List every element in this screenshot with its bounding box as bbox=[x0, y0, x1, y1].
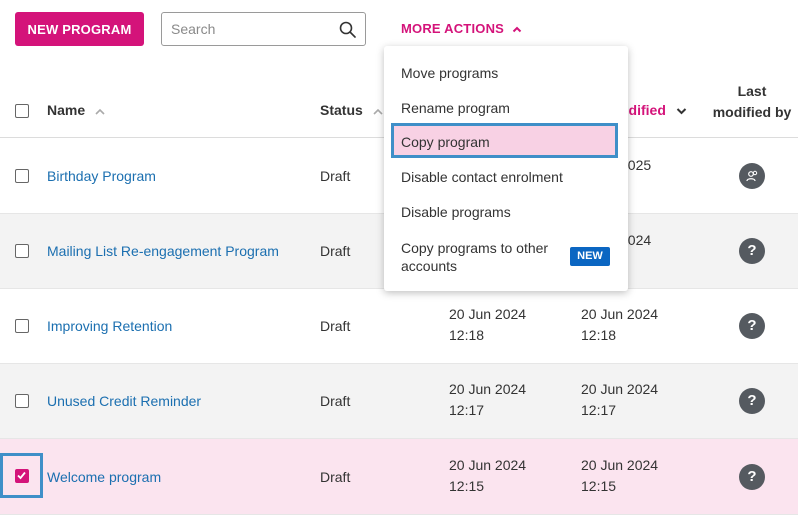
status-text: Draft bbox=[320, 469, 351, 485]
menu-item-disable-programs[interactable]: Disable programs bbox=[384, 204, 628, 220]
status-text: Draft bbox=[320, 318, 351, 334]
row-checkbox[interactable] bbox=[15, 244, 29, 258]
menu-item-copy-program[interactable]: Copy program bbox=[384, 134, 628, 150]
program-name-link[interactable]: Improving Retention bbox=[47, 318, 172, 334]
created-date: 20 Jun 2024 12:15 bbox=[449, 457, 527, 494]
table-row[interactable]: Welcome program Draft 20 Jun 2024 12:15 … bbox=[0, 439, 798, 515]
status-column-header[interactable]: Status bbox=[320, 102, 383, 118]
created-date: 20 Jun 2024 12:17 bbox=[449, 381, 527, 418]
more-actions-button[interactable]: MORE ACTIONS bbox=[401, 21, 522, 36]
status-text: Draft bbox=[320, 393, 351, 409]
modified-date: 20 Jun 2024 12:17 bbox=[581, 381, 659, 418]
program-name-link[interactable]: Mailing List Re-engagement Program bbox=[47, 243, 279, 259]
menu-item-move-programs[interactable]: Move programs bbox=[384, 65, 628, 81]
row-checkbox[interactable] bbox=[15, 169, 29, 183]
user-group-icon bbox=[739, 163, 765, 189]
program-name-link[interactable]: Welcome program bbox=[47, 469, 161, 485]
status-text: Draft bbox=[320, 168, 351, 184]
menu-item-rename-program[interactable]: Rename program bbox=[384, 100, 628, 116]
menu-item-copy-programs-to-other-accounts[interactable]: Copy programs to other accounts bbox=[384, 239, 574, 275]
table-row[interactable]: Unused Credit Reminder Draft 20 Jun 2024… bbox=[0, 364, 798, 439]
modified-date: 20 Jun 2024 12:18 bbox=[581, 306, 659, 343]
menu-item-disable-contact-enrolment[interactable]: Disable contact enrolment bbox=[384, 169, 628, 185]
selected-checkbox-highlight bbox=[0, 453, 43, 498]
select-all-checkbox[interactable] bbox=[15, 104, 29, 118]
row-checkbox[interactable] bbox=[15, 319, 29, 333]
sort-up-icon[interactable] bbox=[95, 108, 105, 115]
new-program-button[interactable]: NEW PROGRAM bbox=[15, 12, 144, 46]
modified-column-header[interactable]: odified bbox=[620, 102, 687, 118]
unknown-user-icon: ? bbox=[739, 313, 765, 339]
last-modified-by-column-header[interactable]: Last modified by bbox=[712, 81, 792, 123]
program-name-link[interactable]: Unused Credit Reminder bbox=[47, 393, 201, 409]
row-checkbox[interactable] bbox=[15, 394, 29, 408]
program-name-link[interactable]: Birthday Program bbox=[47, 168, 156, 184]
new-badge: NEW bbox=[570, 247, 610, 266]
created-date: 20 Jun 2024 12:18 bbox=[449, 306, 527, 343]
search-icon[interactable] bbox=[339, 21, 356, 38]
status-text: Draft bbox=[320, 243, 351, 259]
unknown-user-icon: ? bbox=[739, 464, 765, 490]
unknown-user-icon: ? bbox=[739, 238, 765, 264]
more-actions-label: MORE ACTIONS bbox=[401, 21, 505, 36]
sort-down-icon[interactable] bbox=[676, 107, 687, 115]
table-row[interactable]: Improving Retention Draft 20 Jun 2024 12… bbox=[0, 289, 798, 364]
sort-up-icon[interactable] bbox=[373, 108, 383, 115]
unknown-user-icon: ? bbox=[739, 388, 765, 414]
search-input[interactable] bbox=[171, 20, 331, 38]
chevron-up-icon bbox=[512, 26, 522, 32]
name-column-header[interactable]: Name bbox=[47, 102, 105, 118]
modified-date: 20 Jun 2024 12:15 bbox=[581, 457, 659, 494]
search-box[interactable] bbox=[161, 12, 366, 46]
